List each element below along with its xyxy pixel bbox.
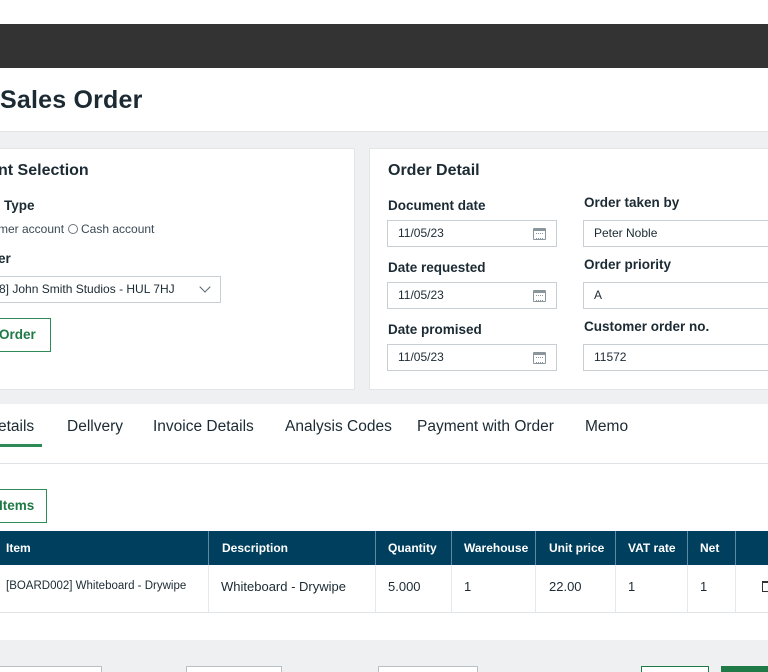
date-promised-input[interactable]: 11/05/23 — [387, 344, 557, 371]
customer-select[interactable]: 8] John Smith Studios - HUL 7HJ — [0, 276, 221, 303]
radio-cash-account[interactable]: Cash account — [68, 222, 154, 236]
date-promised-value: 11/05/23 — [398, 350, 444, 364]
tab-delivery[interactable]: Dellvery — [67, 418, 123, 436]
column-divider — [687, 531, 688, 565]
tab-memo[interactable]: Memo — [585, 418, 628, 436]
column-divider — [735, 531, 736, 565]
chevron-down-icon — [199, 281, 211, 293]
column-divider — [451, 531, 452, 565]
col-header-warehouse[interactable]: Warehouse — [464, 531, 528, 565]
cell-vat-rate[interactable]: 1 — [628, 579, 635, 594]
page-title: Sales Order — [0, 86, 143, 114]
calendar-icon[interactable] — [533, 290, 546, 302]
footer-button-outline[interactable] — [641, 666, 709, 672]
column-divider — [208, 565, 209, 613]
order-priority-label: Order priority — [584, 257, 672, 272]
trash-icon[interactable] — [762, 581, 768, 592]
app-bar — [0, 24, 768, 68]
col-header-item[interactable]: Item — [6, 531, 31, 565]
document-date-input[interactable]: 11/05/23 — [387, 220, 557, 247]
column-divider — [451, 565, 452, 613]
cell-quantity[interactable]: 5.000 — [388, 579, 421, 594]
radio-circle-icon[interactable] — [68, 224, 78, 234]
account-type-label: Type — [4, 198, 35, 213]
column-divider — [208, 531, 209, 565]
date-requested-label: Date requested — [388, 260, 486, 275]
column-divider — [535, 565, 536, 613]
column-divider — [615, 531, 616, 565]
cell-item: [BOARD002] Whiteboard - Drywipe — [6, 580, 187, 592]
order-taken-by-value: Peter Noble — [594, 226, 658, 240]
col-header-vat-rate[interactable]: VAT rate — [628, 531, 676, 565]
cell-unit-price[interactable]: 22.00 — [549, 579, 582, 594]
date-promised-label: Date promised — [388, 322, 482, 337]
column-divider — [735, 565, 736, 613]
calendar-icon[interactable] — [533, 352, 546, 364]
cell-warehouse[interactable]: 1 — [464, 579, 471, 594]
active-tab-indicator — [0, 444, 42, 447]
top-strip — [0, 0, 768, 24]
radio-customer-account[interactable]: mer account — [0, 222, 64, 236]
column-divider — [687, 565, 688, 613]
tab-details[interactable]: etails — [0, 418, 34, 436]
customer-label: er — [0, 251, 11, 266]
order-priority-input[interactable]: A — [583, 282, 768, 309]
customer-order-no-label: Customer order no. — [584, 319, 710, 334]
account-selection-panel — [0, 148, 355, 390]
order-priority-value: A — [594, 288, 603, 302]
footer-button-primary[interactable] — [721, 666, 768, 672]
date-requested-value: 11/05/23 — [398, 288, 444, 302]
document-date-value: 11/05/23 — [398, 226, 444, 240]
footer-button[interactable] — [186, 666, 282, 672]
order-button[interactable]: Order — [0, 318, 51, 352]
tab-payment-with-order[interactable]: Payment with Order — [417, 418, 554, 436]
cell-description[interactable]: Whiteboard - Drywipe — [221, 579, 346, 594]
radio-cash-label: Cash account — [81, 222, 155, 236]
customer-order-no-value: 11572 — [594, 350, 627, 364]
order-taken-by-label: Order taken by — [584, 195, 680, 210]
cell-net: 1 — [700, 579, 708, 594]
col-header-net[interactable]: Net — [700, 531, 719, 565]
col-header-unit-price[interactable]: Unit price — [549, 531, 604, 565]
tab-analysis-codes[interactable]: Analysis Codes — [285, 418, 392, 436]
column-divider — [375, 565, 376, 613]
calendar-icon[interactable] — [533, 228, 546, 240]
order-detail-heading: Order Detail — [388, 162, 480, 179]
date-requested-input[interactable]: 11/05/23 — [387, 282, 557, 309]
column-divider — [615, 565, 616, 613]
customer-select-value: 8] John Smith Studios - HUL 7HJ — [0, 282, 175, 296]
column-divider — [375, 531, 376, 565]
radio-customer-label: mer account — [0, 222, 65, 236]
footer-button[interactable] — [0, 666, 102, 672]
col-header-description[interactable]: Description — [222, 531, 288, 565]
account-selection-heading: nt Selection — [0, 162, 89, 179]
column-divider — [535, 531, 536, 565]
tab-invoice-details[interactable]: Invoice Details — [153, 418, 254, 436]
items-button[interactable]: Items — [0, 489, 47, 523]
document-date-label: Document date — [388, 198, 486, 213]
customer-order-no-input[interactable]: 11572 — [583, 344, 768, 371]
order-taken-by-input[interactable]: Peter Noble — [583, 220, 768, 247]
footer-button[interactable] — [378, 666, 478, 672]
col-header-quantity[interactable]: Quantity — [388, 531, 437, 565]
